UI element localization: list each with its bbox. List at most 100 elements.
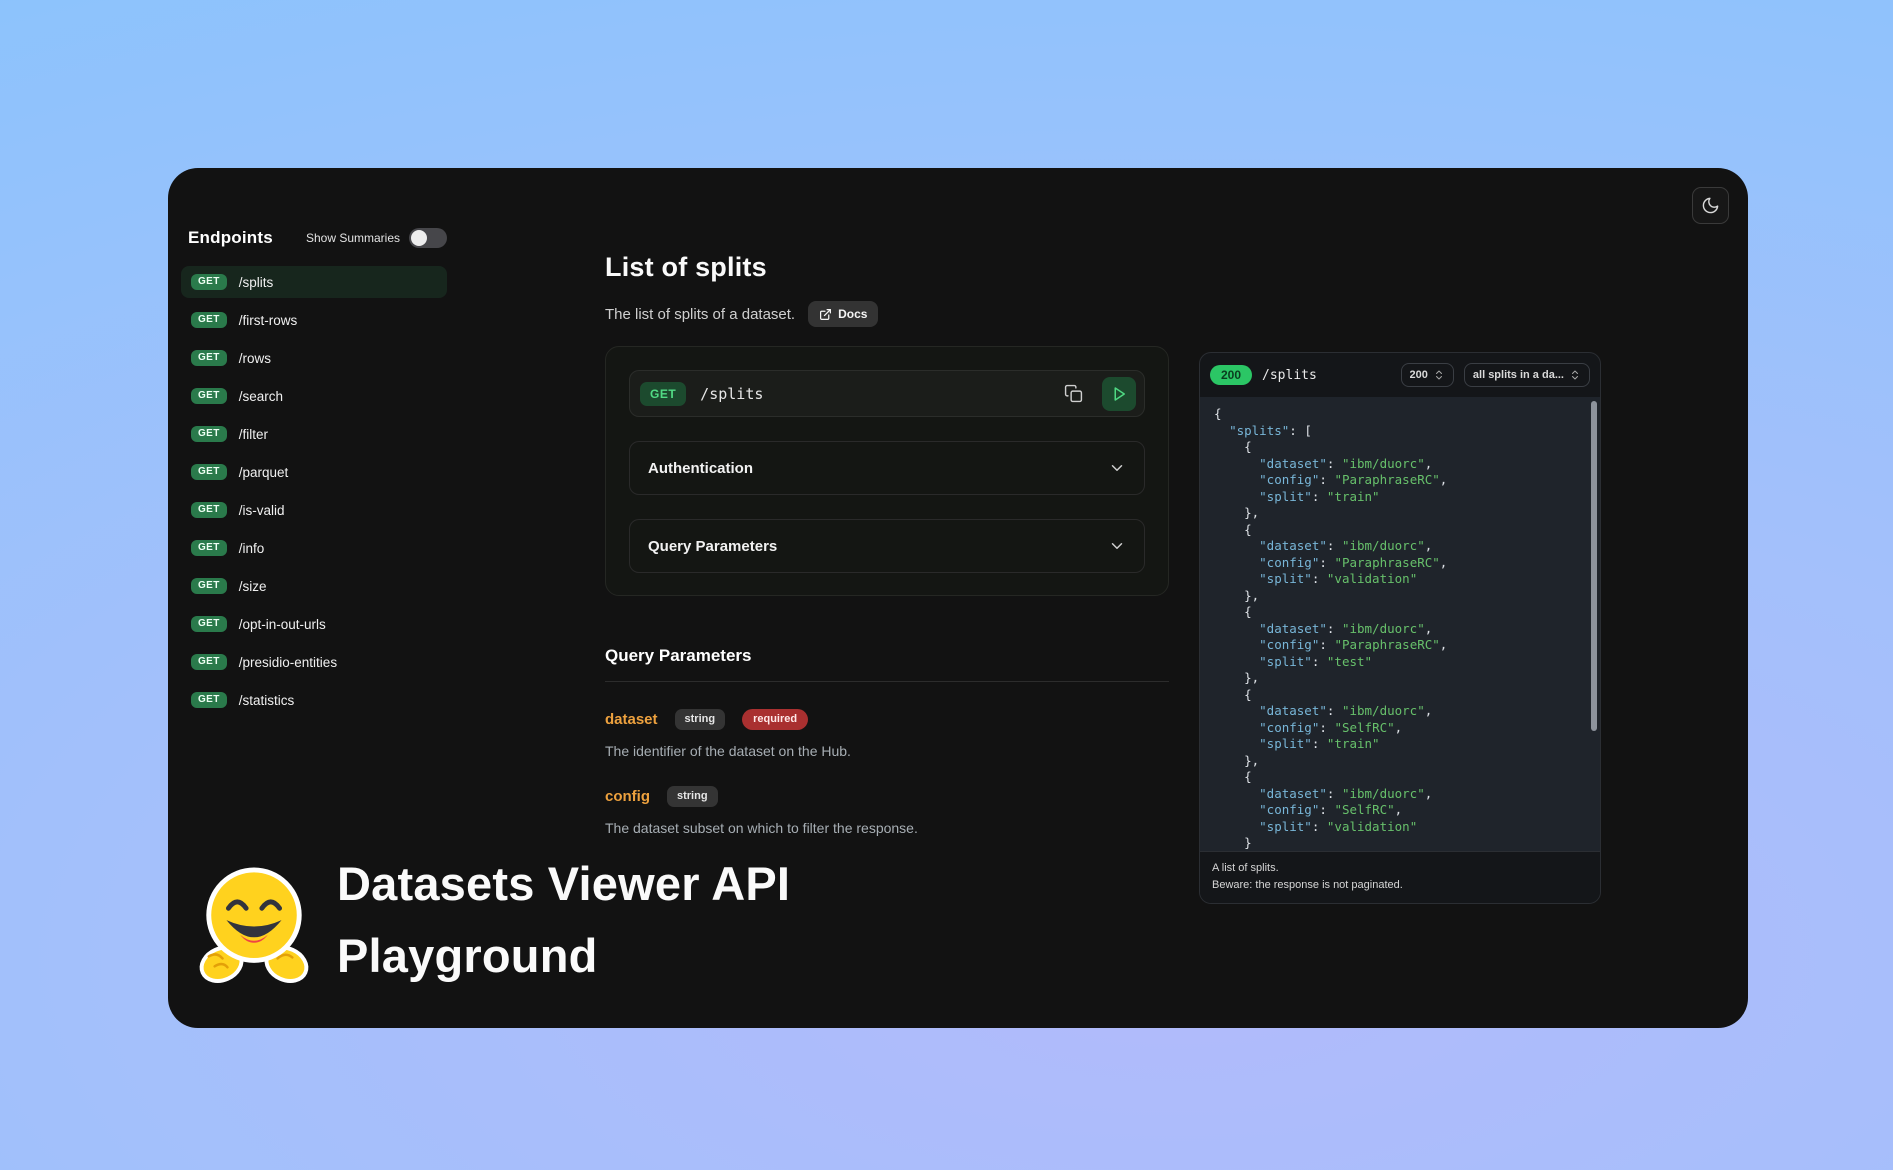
method-badge: GET (191, 692, 227, 708)
app-card: Endpoints Show Summaries GET/splitsGET/f… (168, 168, 1748, 1028)
external-link-icon (819, 308, 832, 321)
copy-button[interactable] (1058, 379, 1088, 409)
request-bar: GET /splits (629, 370, 1145, 417)
show-summaries-group: Show Summaries (306, 228, 447, 248)
docs-button[interactable]: Docs (808, 301, 878, 327)
dark-mode-toggle-button[interactable] (1692, 187, 1729, 224)
response-footer: A list of splits. Beware: the response i… (1200, 851, 1600, 903)
method-badge: GET (191, 426, 227, 442)
copy-icon (1064, 384, 1083, 403)
sidebar-header: Endpoints Show Summaries (181, 224, 447, 252)
app-title: Datasets Viewer API Playground (337, 848, 790, 992)
play-icon (1110, 385, 1128, 403)
endpoint-list: GET/splitsGET/first-rowsGET/rowsGET/sear… (181, 266, 447, 716)
param-type-badge: string (675, 709, 726, 730)
sidebar-item-splits[interactable]: GET/splits (181, 266, 447, 298)
sidebar-item-search[interactable]: GET/search (181, 380, 447, 412)
endpoint-path: /search (239, 389, 283, 404)
page-description: The list of splits of a dataset. (605, 306, 795, 323)
show-summaries-toggle[interactable] (409, 228, 447, 248)
response-footer-line: A list of splits. (1212, 860, 1588, 877)
chevrons-up-down-icon (1569, 369, 1581, 381)
endpoint-path: /rows (239, 351, 271, 366)
method-badge: GET (191, 616, 227, 632)
moon-icon (1701, 196, 1720, 215)
show-summaries-label: Show Summaries (306, 231, 400, 245)
response-panel: 200 /splits 200 all splits in a da... { … (1199, 352, 1601, 904)
json-viewer: { "splits": [ { "dataset": "ibm/duorc", … (1200, 397, 1600, 851)
param-name: dataset (605, 711, 658, 728)
status-code-select-value: 200 (1410, 369, 1428, 381)
sidebar-item-opt-in-out-urls[interactable]: GET/opt-in-out-urls (181, 608, 447, 640)
toggle-knob (411, 230, 427, 246)
param-head: datasetstringrequired (605, 709, 1169, 730)
sidebar-item-first-rows[interactable]: GET/first-rows (181, 304, 447, 336)
response-path: /splits (1262, 368, 1317, 383)
endpoint-path: /parquet (239, 465, 289, 480)
method-badge: GET (640, 382, 686, 406)
endpoint-path: /filter (239, 427, 268, 442)
response-header: 200 /splits 200 all splits in a da... (1200, 353, 1600, 397)
example-select[interactable]: all splits in a da... (1464, 363, 1590, 387)
method-badge: GET (191, 502, 227, 518)
method-badge: GET (191, 388, 227, 404)
sidebar-item-parquet[interactable]: GET/parquet (181, 456, 447, 488)
branding: Datasets Viewer API Playground (195, 848, 790, 992)
method-badge: GET (191, 350, 227, 366)
method-badge: GET (191, 312, 227, 328)
authentication-accordion[interactable]: Authentication (629, 441, 1145, 495)
endpoint-path: /statistics (239, 693, 295, 708)
sidebar-item-statistics[interactable]: GET/statistics (181, 684, 447, 716)
app-title-line1: Datasets Viewer API (337, 848, 790, 920)
param-head: config string (605, 786, 1169, 807)
endpoint-path: /presidio-entities (239, 655, 337, 670)
method-badge: GET (191, 274, 227, 290)
status-code-select[interactable]: 200 (1401, 363, 1454, 387)
sidebar-title: Endpoints (188, 228, 273, 248)
query-param-list: datasetstringrequiredThe identifier of t… (605, 709, 1169, 836)
endpoint-path: /first-rows (239, 313, 298, 328)
method-badge: GET (191, 578, 227, 594)
scrollbar-thumb[interactable] (1591, 401, 1597, 731)
sidebar-item-filter[interactable]: GET/filter (181, 418, 447, 450)
sidebar-item-rows[interactable]: GET/rows (181, 342, 447, 374)
param-name: config (605, 788, 650, 805)
query-param-dataset: datasetstringrequiredThe identifier of t… (605, 709, 1169, 759)
endpoint-path: /opt-in-out-urls (239, 617, 326, 632)
endpoints-sidebar: Endpoints Show Summaries GET/splitsGET/f… (181, 224, 447, 716)
app-title-line2: Playground (337, 920, 790, 992)
sidebar-item-presidio-entities[interactable]: GET/presidio-entities (181, 646, 447, 678)
sidebar-item-info[interactable]: GET/info (181, 532, 447, 564)
chevron-down-icon (1108, 459, 1126, 477)
page-title: List of splits (605, 252, 767, 283)
docs-button-label: Docs (838, 307, 867, 321)
accordion-label: Authentication (648, 460, 753, 477)
hugging-face-emoji (195, 864, 313, 986)
request-panel: GET /splits Authentication (605, 346, 1169, 596)
accordion-label: Query Parameters (648, 538, 777, 555)
param-type-badge: string (667, 786, 718, 807)
query-parameters-accordion[interactable]: Query Parameters (629, 519, 1145, 573)
run-request-button[interactable] (1102, 377, 1136, 411)
method-badge: GET (191, 464, 227, 480)
endpoint-path: /size (239, 579, 267, 594)
request-path: /splits (700, 385, 1044, 403)
endpoint-path: /info (239, 541, 265, 556)
sidebar-item-size[interactable]: GET/size (181, 570, 447, 602)
query-param-config: config string The dataset subset on which … (605, 786, 1169, 836)
status-badge: 200 (1210, 365, 1252, 385)
response-footer-line: Beware: the response is not paginated. (1212, 877, 1588, 894)
endpoint-path: /is-valid (239, 503, 285, 518)
example-select-value: all splits in a da... (1473, 369, 1564, 381)
query-parameters-title: Query Parameters (605, 646, 1169, 682)
subtitle-row: The list of splits of a dataset. Docs (605, 301, 878, 327)
param-description: The identifier of the dataset on the Hub… (605, 743, 1169, 759)
method-badge: GET (191, 654, 227, 670)
query-parameters-section: Query Parameters datasetstringrequiredTh… (605, 646, 1169, 836)
method-badge: GET (191, 540, 227, 556)
endpoint-path: /splits (239, 275, 274, 290)
sidebar-item-is-valid[interactable]: GET/is-valid (181, 494, 447, 526)
param-description: The dataset subset on which to filter th… (605, 820, 1169, 836)
chevrons-up-down-icon (1433, 369, 1445, 381)
chevron-down-icon (1108, 537, 1126, 555)
